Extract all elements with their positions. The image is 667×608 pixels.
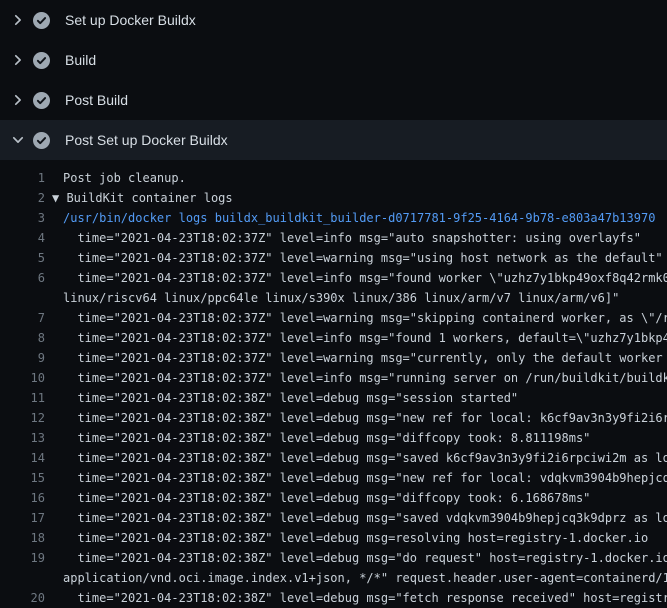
log-line-number[interactable]: 9 [0,348,45,368]
log-line-number[interactable]: 10 [0,368,45,388]
log-line: 2 ▼ BuildKit container logs [0,188,667,208]
log-line: 15 time="2021-04-23T18:02:38Z" level=deb… [0,468,667,488]
log-line-number[interactable]: 4 [0,228,45,248]
step-title: Post Build [65,80,128,120]
log-line-number[interactable]: 13 [0,428,45,448]
log-line-number[interactable]: 20 [0,588,45,608]
step-header-set-up-docker-buildx[interactable]: Set up Docker Buildx [0,0,667,40]
step-title: Post Set up Docker Buildx [65,120,228,160]
log-line: 13 time="2021-04-23T18:02:38Z" level=deb… [0,428,667,448]
log-line-text: time="2021-04-23T18:02:38Z" level=debug … [63,428,590,448]
log-line-text: time="2021-04-23T18:02:37Z" level=info m… [63,368,667,388]
log-line-text: application/vnd.oci.image.index.v1+json,… [63,568,667,588]
check-circle-icon [33,132,50,149]
log-line: 6 time="2021-04-23T18:02:37Z" level=info… [0,268,667,288]
log-line: 17 time="2021-04-23T18:02:38Z" level=deb… [0,508,667,528]
log-line-number[interactable]: 15 [0,468,45,488]
log-line-text: time="2021-04-23T18:02:37Z" level=info m… [63,268,667,288]
log-line-number[interactable]: 2 [0,188,45,208]
log-line: 10 time="2021-04-23T18:02:37Z" level=inf… [0,368,667,388]
log-line: 1 Post job cleanup. [0,168,667,188]
log-line-text: time="2021-04-23T18:02:37Z" level=info m… [63,328,667,348]
log-line-number[interactable]: 3 [0,208,45,228]
log-line-number[interactable]: 17 [0,508,45,528]
log-command-text: /usr/bin/docker logs buildx_buildkit_bui… [63,208,655,228]
log-line-text: time="2021-04-23T18:02:38Z" level=debug … [63,448,667,468]
log-line: 18 time="2021-04-23T18:02:38Z" level=deb… [0,528,667,548]
log-line: 7 time="2021-04-23T18:02:37Z" level=warn… [0,308,667,328]
log-viewer: 1 Post job cleanup. 2 ▼ BuildKit container … [0,160,667,608]
log-line-text: time="2021-04-23T18:02:37Z" level=warnin… [63,308,667,328]
chevron-down-icon [10,132,26,148]
log-line: 4 time="2021-04-23T18:02:37Z" level=info… [0,228,667,248]
log-line-number[interactable]: 8 [0,328,45,348]
step-header-build[interactable]: Build [0,40,667,80]
chevron-right-icon [10,12,26,28]
log-line-number[interactable]: 5 [0,248,45,268]
log-line-text: time="2021-04-23T18:02:37Z" level=warnin… [63,348,667,368]
log-line: 19 time="2021-04-23T18:02:38Z" level=deb… [0,548,667,568]
log-line: 20 time="2021-04-23T18:02:38Z" level=deb… [0,588,667,608]
log-line: 5 time="2021-04-23T18:02:37Z" level=warn… [0,248,667,268]
log-line-number[interactable]: 12 [0,408,45,428]
log-line-text: time="2021-04-23T18:02:38Z" level=debug … [63,488,590,508]
step-title: Set up Docker Buildx [65,0,196,40]
log-line-number[interactable]: 16 [0,488,45,508]
log-line-text: linux/riscv64 linux/ppc64le linux/s390x … [63,288,619,308]
log-line-text: time="2021-04-23T18:02:38Z" level=debug … [63,528,648,548]
log-group-toggle[interactable]: ▼ BuildKit container logs [52,188,233,208]
log-line: 16 time="2021-04-23T18:02:38Z" level=deb… [0,488,667,508]
check-circle-icon [33,92,50,109]
log-line: 9 time="2021-04-23T18:02:37Z" level=warn… [0,348,667,368]
log-line: 8 time="2021-04-23T18:02:37Z" level=info… [0,328,667,348]
chevron-right-icon [10,92,26,108]
step-header-post-build[interactable]: Post Build [0,80,667,120]
log-line-number [0,288,45,308]
check-circle-icon [33,12,50,29]
log-line-number[interactable]: 18 [0,528,45,548]
log-line: application/vnd.oci.image.index.v1+json,… [0,568,667,588]
log-line-number [0,568,45,588]
log-line: linux/riscv64 linux/ppc64le linux/s390x … [0,288,667,308]
step-header-post-set-up-docker-buildx[interactable]: Post Set up Docker Buildx [0,120,667,160]
log-line-text: time="2021-04-23T18:02:38Z" level=debug … [63,548,667,568]
log-line-number[interactable]: 1 [0,168,45,188]
log-line-number[interactable]: 6 [0,268,45,288]
log-line-text: time="2021-04-23T18:02:38Z" level=debug … [63,508,667,528]
log-line-text: Post job cleanup. [63,168,186,188]
log-line-number[interactable]: 14 [0,448,45,468]
log-line: 3/usr/bin/docker logs buildx_buildkit_bu… [0,208,667,228]
log-line-text: time="2021-04-23T18:02:37Z" level=info m… [63,228,641,248]
step-title: Build [65,40,96,80]
log-line-number[interactable]: 11 [0,388,45,408]
workflow-steps-list: Set up Docker BuildxBuildPost BuildPost … [0,0,667,160]
log-line-number[interactable]: 7 [0,308,45,328]
log-line: 12 time="2021-04-23T18:02:38Z" level=deb… [0,408,667,428]
log-line: 11 time="2021-04-23T18:02:38Z" level=deb… [0,388,667,408]
check-circle-icon [33,52,50,69]
log-line-text: time="2021-04-23T18:02:37Z" level=warnin… [63,248,663,268]
chevron-right-icon [10,52,26,68]
log-line: 14 time="2021-04-23T18:02:38Z" level=deb… [0,448,667,468]
log-line-text: time="2021-04-23T18:02:38Z" level=debug … [63,588,667,608]
log-line-text: time="2021-04-23T18:02:38Z" level=debug … [63,388,518,408]
log-line-text: time="2021-04-23T18:02:38Z" level=debug … [63,468,667,488]
log-line-text: time="2021-04-23T18:02:38Z" level=debug … [63,408,667,428]
log-line-number[interactable]: 19 [0,548,45,568]
